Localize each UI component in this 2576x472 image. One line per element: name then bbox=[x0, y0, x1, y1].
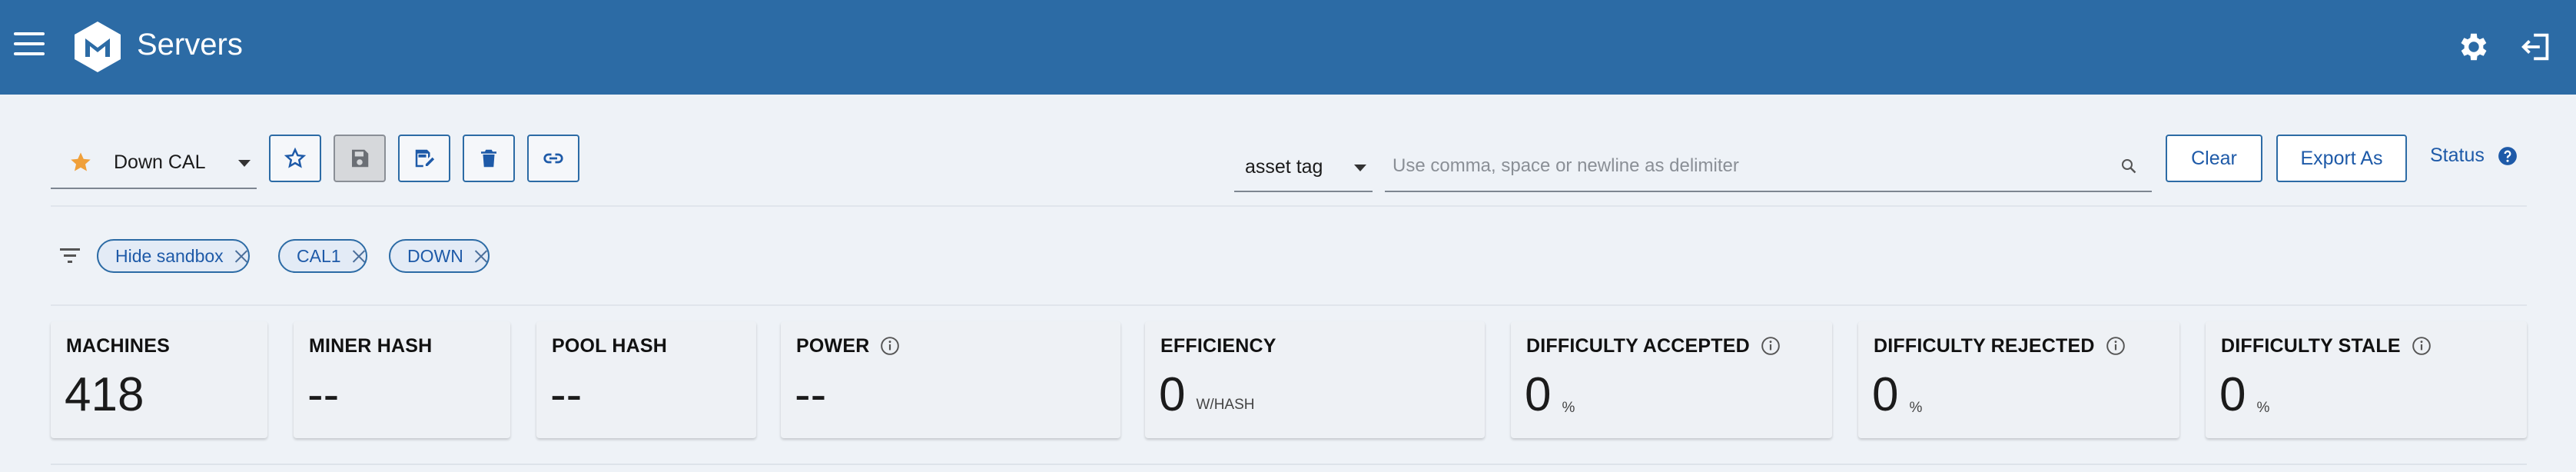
stat-value-row: 0 W/HASH bbox=[1159, 367, 1254, 422]
filter-chip[interactable]: DOWN bbox=[389, 239, 490, 273]
export-button[interactable]: Export As bbox=[2276, 135, 2407, 182]
stat-title: DIFFICULTY STALE bbox=[2221, 335, 2401, 357]
share-link-button[interactable] bbox=[527, 135, 579, 182]
stat-title: MINER HASH bbox=[309, 335, 433, 357]
star-outline-icon bbox=[284, 147, 307, 168]
close-icon[interactable] bbox=[474, 249, 488, 263]
stat-value: 0 bbox=[1525, 368, 1552, 421]
link-icon bbox=[543, 153, 563, 164]
filter-chip-label: DOWN bbox=[407, 245, 463, 266]
saved-view-select[interactable]: Down CAL bbox=[51, 138, 257, 189]
clear-button[interactable]: Clear bbox=[2166, 135, 2262, 182]
save-view-button[interactable] bbox=[334, 135, 386, 182]
search-input[interactable] bbox=[1393, 151, 2084, 181]
save-as-button[interactable] bbox=[398, 135, 450, 182]
stat-card-efficiency: EFFICIENCY 0 W/HASH bbox=[1145, 321, 1485, 438]
status-link[interactable]: Status bbox=[2430, 145, 2485, 167]
stat-title-row: DIFFICULTY REJECTED bbox=[1874, 335, 2126, 357]
stat-card-pool-hash: POOL HASH -- bbox=[536, 321, 756, 438]
info-icon[interactable] bbox=[2106, 336, 2126, 356]
stat-unit: % bbox=[1909, 400, 1923, 416]
search-field-select[interactable]: asset tag bbox=[1234, 140, 1373, 192]
stat-value: -- bbox=[550, 368, 583, 421]
page-title: Servers bbox=[137, 28, 243, 61]
stat-title: POWER bbox=[796, 335, 870, 357]
save-edit-icon bbox=[415, 149, 435, 168]
stat-unit: % bbox=[2256, 400, 2270, 416]
stat-title: DIFFICULTY ACCEPTED bbox=[1526, 335, 1750, 357]
stat-title: MACHINES bbox=[66, 335, 170, 357]
stat-card-difficulty-accepted: DIFFICULTY ACCEPTED 0% bbox=[1511, 321, 1832, 438]
hamburger-menu-icon[interactable] bbox=[14, 32, 45, 58]
info-icon[interactable] bbox=[880, 336, 900, 356]
top-app-bar: Servers bbox=[0, 0, 2576, 95]
info-icon[interactable] bbox=[1761, 336, 1781, 356]
saved-view-label: Down CAL bbox=[114, 151, 206, 173]
stat-unit: W/HASH bbox=[1196, 397, 1255, 413]
stat-title-row: DIFFICULTY STALE bbox=[2221, 335, 2432, 357]
stat-value: 418 bbox=[65, 368, 144, 421]
help-icon[interactable] bbox=[2498, 146, 2518, 166]
search-field-label: asset tag bbox=[1245, 156, 1323, 178]
gear-icon[interactable] bbox=[2456, 29, 2491, 65]
save-icon bbox=[352, 149, 369, 168]
logout-icon[interactable] bbox=[2519, 29, 2554, 65]
cards-divider bbox=[51, 464, 2527, 465]
stat-value-row: 0% bbox=[2219, 367, 2269, 422]
stat-title-row: POWER bbox=[796, 335, 900, 357]
stat-value-row: 0% bbox=[1525, 367, 1575, 422]
search-box bbox=[1385, 140, 2152, 192]
star-filled-icon bbox=[71, 152, 91, 171]
filter-chip-label: Hide sandbox bbox=[115, 245, 224, 266]
stat-card-difficulty-rejected: DIFFICULTY REJECTED 0% bbox=[1858, 321, 2179, 438]
search-icon[interactable] bbox=[2120, 157, 2138, 175]
stat-value: -- bbox=[795, 368, 827, 421]
filter-icon[interactable] bbox=[58, 246, 81, 264]
stat-title: EFFICIENCY bbox=[1160, 335, 1276, 357]
chevron-down-icon bbox=[238, 160, 251, 167]
trash-icon bbox=[481, 149, 496, 168]
info-icon[interactable] bbox=[2412, 336, 2432, 356]
stat-title: POOL HASH bbox=[552, 335, 667, 357]
stat-card-difficulty-stale: DIFFICULTY STALE 0% bbox=[2206, 321, 2527, 438]
stat-value: 0 bbox=[1159, 368, 1186, 421]
favorite-button[interactable] bbox=[269, 135, 321, 182]
stat-card-power: POWER -- bbox=[781, 321, 1120, 438]
app-logo-icon[interactable] bbox=[72, 20, 123, 74]
close-icon[interactable] bbox=[234, 249, 248, 263]
chevron-down-icon bbox=[1354, 165, 1366, 171]
filters-divider bbox=[51, 304, 2527, 306]
stat-title: DIFFICULTY REJECTED bbox=[1874, 335, 2095, 357]
stat-unit: % bbox=[1562, 400, 1575, 416]
stat-value: -- bbox=[307, 368, 340, 421]
stat-card-machines: MACHINES 418 bbox=[51, 321, 267, 438]
toolbar-divider bbox=[51, 205, 2527, 207]
stat-value-row: 0% bbox=[1872, 367, 1922, 422]
stat-value: 0 bbox=[1872, 368, 1899, 421]
delete-view-button[interactable] bbox=[463, 135, 515, 182]
filter-chip[interactable]: CAL1 bbox=[278, 239, 367, 273]
close-icon[interactable] bbox=[352, 249, 366, 263]
stat-title-row: DIFFICULTY ACCEPTED bbox=[1526, 335, 1781, 357]
filter-chip-label: CAL1 bbox=[297, 245, 341, 266]
stat-card-miner-hash: MINER HASH -- bbox=[294, 321, 510, 438]
filter-chip[interactable]: Hide sandbox bbox=[97, 239, 250, 273]
stat-value: 0 bbox=[2219, 368, 2246, 421]
